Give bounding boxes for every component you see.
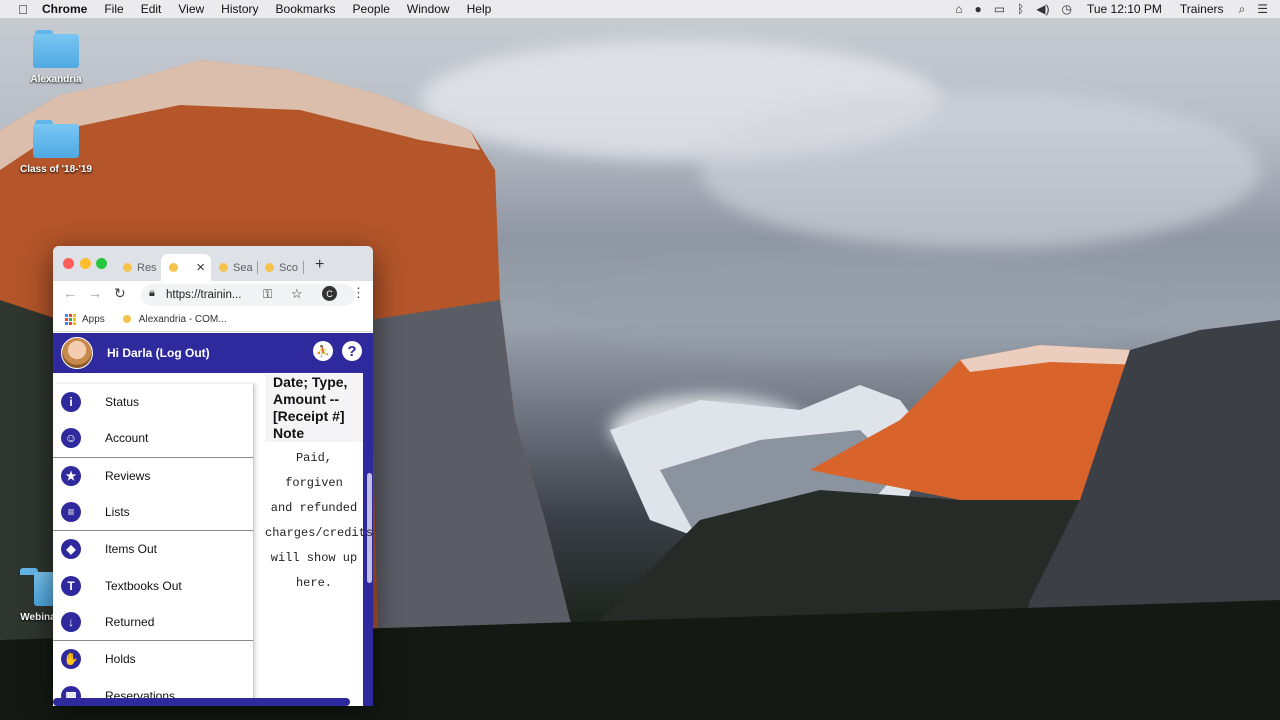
star-icon: ★ <box>61 465 81 486</box>
greeting-logout[interactable]: Hi Darla (Log Out) <box>107 346 210 360</box>
history-table: Date; Type, Amount -- [Receipt #] Note P… <box>265 374 373 596</box>
bookmark-apps[interactable]: Apps <box>82 314 105 325</box>
folder-icon <box>18 568 58 606</box>
close-tab-icon[interactable]: × <box>196 259 205 276</box>
zoom-window-button[interactable] <box>96 258 107 269</box>
desktop-folder-webinar[interactable]: Webina <box>18 568 58 623</box>
chrome-window: Res × Sea Sco + ← → ↻ 🔒︎ https://trainin… <box>53 246 373 706</box>
folder-icon <box>33 30 79 68</box>
bookmarks-bar: Apps Alexandria - COM... <box>53 307 373 332</box>
return-arrow-icon: ↓ <box>61 611 81 632</box>
menu-item-label: Reviews <box>105 468 151 483</box>
menu-item-label: Items Out <box>105 542 158 557</box>
tab-title: Sea <box>233 261 253 274</box>
desktop-folder-class[interactable]: Class of '18-'19 <box>16 120 96 175</box>
record-icon[interactable]: ● <box>974 2 981 16</box>
horizontal-scrollbar[interactable] <box>53 698 350 706</box>
hand-icon: ✋ <box>61 649 81 670</box>
tab-title: Sco <box>279 261 298 274</box>
menu-item-status[interactable]: i Status <box>53 384 253 420</box>
menu-help[interactable]: Help <box>467 2 492 16</box>
tab-strip: Res × Sea Sco + <box>53 246 373 281</box>
key-icon[interactable]: ⚿ <box>263 287 272 302</box>
lock-icon: 🔒︎ <box>149 287 155 299</box>
apple-menu-icon[interactable]:  <box>14 0 32 18</box>
spotlight-search-icon[interactable]: ⌕ <box>1239 2 1246 17</box>
menu-app-name[interactable]: Chrome <box>42 2 87 16</box>
history-empty-note: Paid, forgiven and refunded charges/cred… <box>265 451 373 590</box>
new-tab-button[interactable]: + <box>315 256 324 274</box>
menu-item-lists[interactable]: ≡ Lists <box>53 494 253 530</box>
favicon-icon <box>123 263 132 272</box>
menu-edit[interactable]: Edit <box>141 2 162 16</box>
profile-avatar[interactable]: C <box>322 286 337 301</box>
textbook-icon: T <box>61 575 81 596</box>
menu-item-label: Lists <box>105 505 130 520</box>
desktop-icon-label: Alexandria <box>30 74 82 85</box>
list-icon: ≡ <box>61 502 81 523</box>
display-icon[interactable]: ▭ <box>994 2 1005 16</box>
notification-center-icon[interactable]: ☰ <box>1257 2 1268 16</box>
menu-window[interactable]: Window <box>407 2 450 16</box>
reload-icon[interactable]: ↻ <box>114 285 126 302</box>
menubar-clock[interactable]: Tue 12:10 PM <box>1087 2 1162 16</box>
menu-item-label: Account <box>105 431 149 446</box>
menu-item-label: Textbooks Out <box>105 578 182 593</box>
back-icon[interactable]: ← <box>63 285 77 301</box>
folder-icon <box>33 120 79 158</box>
bluetooth-icon[interactable]: ᛒ <box>1017 2 1024 16</box>
url-text[interactable]: https://trainin... <box>166 289 241 301</box>
tab-3[interactable]: Sco <box>257 254 301 281</box>
favicon-icon <box>265 263 274 272</box>
close-window-button[interactable] <box>63 258 74 269</box>
forward-icon[interactable]: → <box>88 285 102 301</box>
tab-2[interactable]: Sea <box>211 254 257 281</box>
time-machine-icon[interactable]: ◷ <box>1062 2 1072 16</box>
home-icon[interactable]: ⌂ <box>955 2 962 16</box>
info-icon: i <box>61 392 81 413</box>
menu-item-label: Status <box>105 395 140 410</box>
app-header: Hi Darla (Log Out) ⛹ ? <box>53 333 373 373</box>
tab-1-active[interactable]: × <box>161 254 211 281</box>
book-icon: ◆ <box>61 539 81 560</box>
menu-people[interactable]: People <box>353 2 390 16</box>
web-page: Hi Darla (Log Out) ⛹ ? Date; Type, Amoun… <box>53 333 373 706</box>
desktop-icon-label: Class of '18-'19 <box>19 164 92 175</box>
favicon-icon <box>169 263 178 272</box>
menu-item-returned[interactable]: ↓ Returned <box>53 604 253 640</box>
menu-item-items-out[interactable]: ◆ Items Out <box>53 531 253 567</box>
menu-item-label: Holds <box>105 652 136 667</box>
history-table-header: Date; Type, Amount -- [Receipt #] Note <box>265 374 363 442</box>
favicon-icon <box>219 263 228 272</box>
desktop-icon-label: Webina <box>20 612 56 623</box>
desktop-folder-alexandria[interactable]: Alexandria <box>22 30 90 85</box>
chrome-menu-icon[interactable]: ⋮ <box>352 285 365 301</box>
browser-toolbar: ← → ↻ 🔒︎ https://trainin... ⚿ ☆ C ⋮ <box>53 281 373 307</box>
navigation-drawer: i Status ☺ Account ★ Reviews ≡ Lists ◆ Items … <box>53 384 254 706</box>
menu-item-textbooks-out[interactable]: T Textbooks Out <box>53 567 253 603</box>
menu-item-holds[interactable]: ✋ Holds <box>53 641 253 677</box>
tab-0[interactable]: Res <box>115 254 161 281</box>
menu-item-reviews[interactable]: ★ Reviews <box>53 458 253 494</box>
volume-icon[interactable]: ◀) <box>1036 2 1049 16</box>
menu-item-account[interactable]: ☺ Account <box>53 420 253 456</box>
menu-item-label: Returned <box>105 614 155 629</box>
smiley-icon: ☺ <box>61 428 81 449</box>
bookmark-alexandria[interactable]: Alexandria - COM... <box>139 314 227 325</box>
apps-grid-icon[interactable] <box>65 313 76 325</box>
accessibility-icon[interactable]: ⛹ <box>313 341 333 361</box>
minimize-window-button[interactable] <box>80 258 91 269</box>
menubar-user[interactable]: Trainers <box>1180 2 1224 16</box>
menu-history[interactable]: History <box>221 2 258 16</box>
user-avatar[interactable] <box>61 337 93 369</box>
help-icon[interactable]: ? <box>342 341 362 361</box>
favicon-icon <box>122 315 131 323</box>
menu-file[interactable]: File <box>104 2 123 16</box>
menu-bookmarks[interactable]: Bookmarks <box>276 2 336 16</box>
bookmark-star-icon[interactable]: ☆ <box>291 286 303 302</box>
mac-menubar:  Chrome File Edit View History Bookmark… <box>0 0 1280 18</box>
menu-view[interactable]: View <box>178 2 204 16</box>
tab-title: Res <box>137 261 157 274</box>
